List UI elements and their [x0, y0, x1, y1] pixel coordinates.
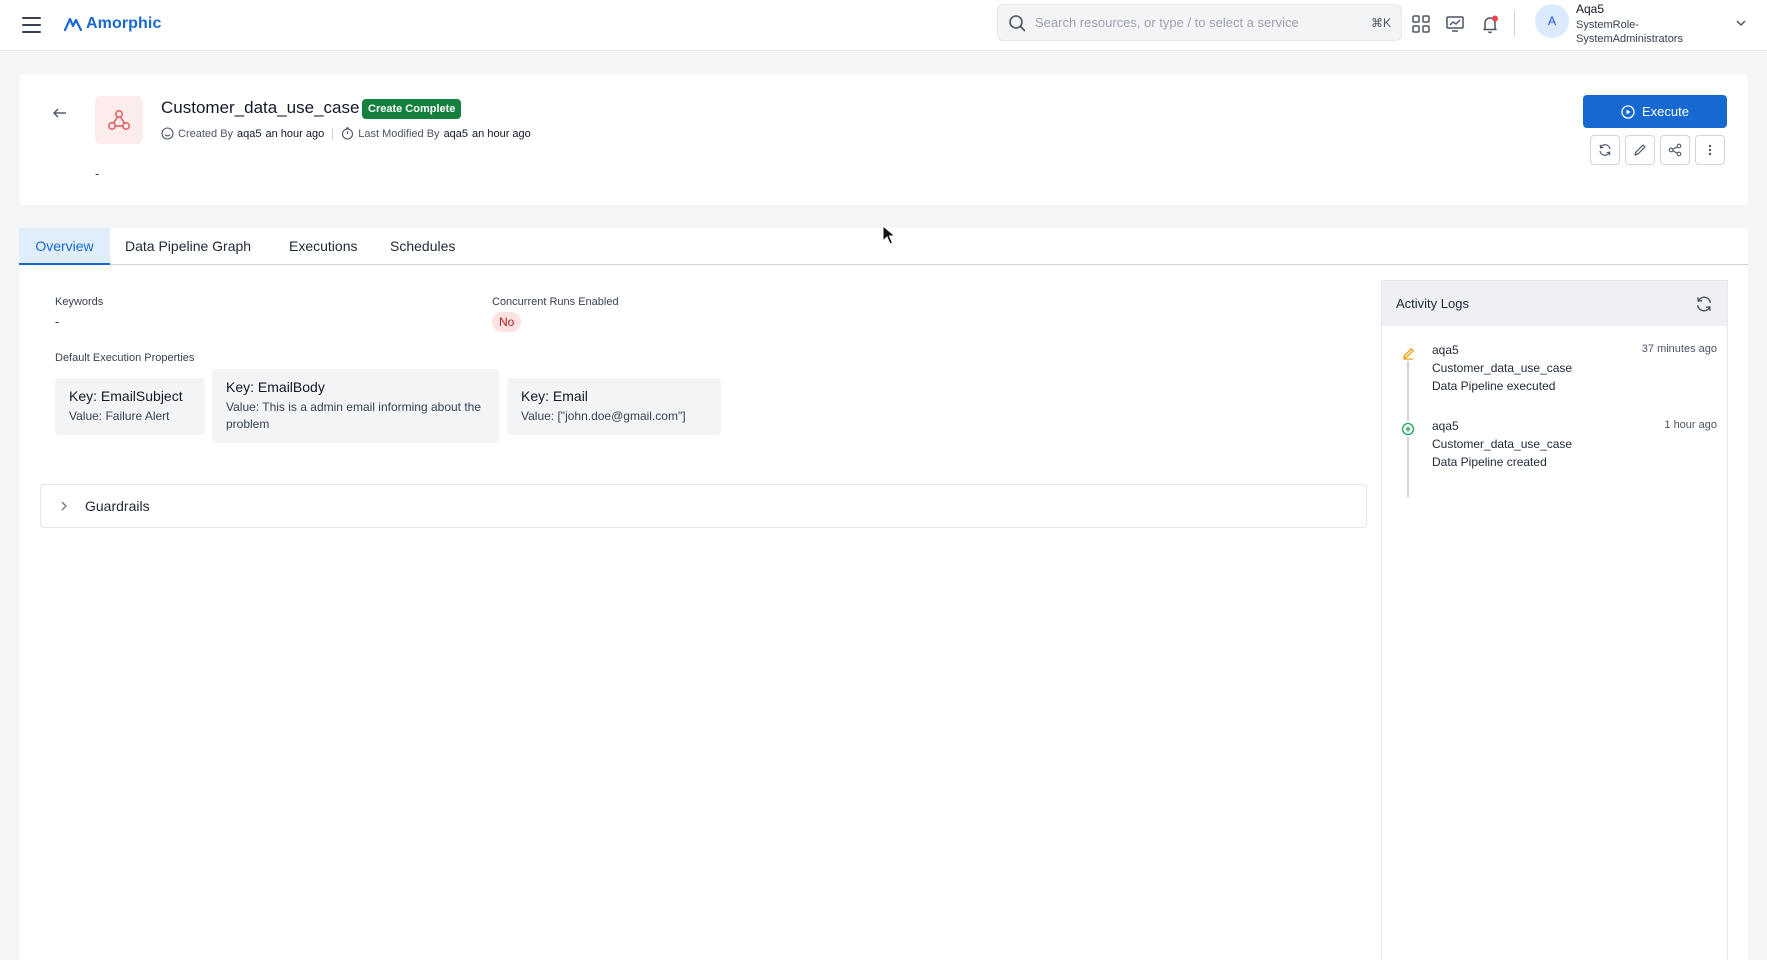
activity-logs-title: Activity Logs [1396, 296, 1469, 311]
log-resource: Customer_data_use_case [1432, 361, 1573, 375]
log-resource: Customer_data_use_case [1432, 437, 1573, 451]
search-input[interactable] [1035, 15, 1371, 30]
created-by-label: Created By [178, 127, 234, 140]
property-card: Key: EmailBody Value: This is a admin em… [212, 369, 499, 443]
status-badge: Create Complete [362, 99, 462, 119]
more-options-button[interactable] [1695, 135, 1725, 165]
created-by-user: aqa5 [237, 127, 262, 140]
hamburger-menu-icon[interactable] [22, 12, 48, 38]
log-action: Data Pipeline executed [1432, 379, 1556, 393]
apps-grid-icon[interactable] [1408, 11, 1434, 37]
property-key: Key: EmailSubject [69, 388, 183, 404]
data-pipeline-icon [95, 96, 143, 144]
concurrent-runs-label: Concurrent Runs Enabled [492, 296, 619, 308]
default-execution-properties-label: Default Execution Properties [55, 352, 195, 364]
topbar-divider [1514, 10, 1515, 37]
created-clock-icon [161, 127, 174, 140]
tab-executions[interactable]: Executions [289, 228, 357, 265]
log-user: aqa5 [1432, 419, 1459, 433]
property-card: Key: EmailSubject Value: Failure Alert [55, 378, 205, 435]
execute-label: Execute [1642, 104, 1689, 119]
pencil-icon [1634, 144, 1646, 156]
pencil-icon [1400, 345, 1416, 361]
plus-circle-icon [1400, 421, 1416, 437]
property-value: Value: This is a admin email informing a… [226, 400, 482, 431]
property-key: Key: EmailBody [226, 379, 325, 395]
user-role: SystemRole-SystemAdministrators [1576, 19, 1683, 45]
list-item: aqa5 Customer_data_use_case Data Pipelin… [1432, 341, 1572, 395]
share-icon [1668, 143, 1682, 157]
search-shortcut: ⌘K [1370, 15, 1391, 30]
mouse-cursor-icon [882, 224, 897, 250]
property-value: Value: Failure Alert [69, 409, 170, 423]
log-time: 1 hour ago [1664, 419, 1717, 431]
user-name: Aqa5 [1576, 2, 1605, 16]
timeline-line [1407, 437, 1409, 497]
modified-by-user: aqa5 [443, 127, 469, 140]
notification-bell-icon[interactable] [1477, 11, 1503, 37]
amorphic-logo-icon [64, 17, 82, 32]
page-title: Customer_data_use_case [161, 98, 360, 117]
created-time: an hour ago [265, 127, 325, 140]
monitor-chart-icon[interactable] [1442, 11, 1468, 37]
meta-divider [332, 127, 334, 140]
edit-button[interactable] [1625, 135, 1655, 165]
tab-overview[interactable]: Overview [19, 228, 110, 265]
guardrails-label: Guardrails [85, 498, 150, 514]
tab-data-pipeline-graph[interactable]: Data Pipeline Graph [125, 228, 251, 265]
global-search[interactable]: ⌘K [997, 4, 1402, 41]
top-bar: Amorphic ⌘K A Aqa5 SystemRole-SystemAdmi… [0, 0, 1767, 51]
property-card: Key: Email Value: ["john.doe@gmail.com"] [507, 378, 721, 435]
log-user: aqa5 [1432, 343, 1459, 357]
more-vertical-icon [1708, 144, 1712, 156]
chevron-down-icon[interactable] [1734, 16, 1748, 35]
log-action: Data Pipeline created [1432, 455, 1547, 469]
modified-by-label: Last Modified By [358, 127, 440, 140]
concurrent-runs-value: No [492, 312, 522, 332]
pipeline-meta: Created By aqa5 an hour ago Last Modifie… [161, 127, 531, 140]
chevron-right-icon [61, 501, 67, 511]
main-content-card: Overview Data Pipeline Graph Executions … [19, 228, 1748, 960]
play-circle-icon [1621, 104, 1635, 119]
keywords-label: Keywords [55, 296, 104, 308]
refresh-button[interactable] [1590, 135, 1620, 165]
search-icon [1009, 14, 1026, 31]
modified-timer-icon [342, 127, 354, 140]
activity-logs-panel: Activity Logs aqa5 Customer_data_use_cas… [1381, 280, 1728, 960]
refresh-icon[interactable] [1695, 295, 1713, 313]
back-arrow-icon[interactable] [49, 102, 71, 124]
pipeline-description: - [95, 166, 100, 181]
timeline-line [1407, 361, 1409, 421]
share-button[interactable] [1660, 135, 1690, 165]
activity-logs-header: Activity Logs [1382, 281, 1727, 326]
amorphic-logo[interactable]: Amorphic [64, 11, 161, 37]
execute-button[interactable]: Execute [1583, 95, 1727, 128]
app-name: Amorphic [86, 15, 162, 32]
property-key: Key: Email [521, 388, 588, 404]
modified-time: an hour ago [472, 127, 531, 140]
list-item: aqa5 Customer_data_use_case Data Pipelin… [1432, 417, 1572, 471]
guardrails-accordion[interactable]: Guardrails [40, 484, 1367, 528]
avatar[interactable]: A [1535, 4, 1569, 38]
pipeline-header-card: Customer_data_use_case Create Complete C… [19, 74, 1748, 205]
log-time: 37 minutes ago [1641, 343, 1717, 355]
property-value: Value: ["john.doe@gmail.com"] [521, 409, 686, 423]
tab-schedules[interactable]: Schedules [390, 228, 455, 265]
refresh-icon [1599, 144, 1611, 156]
keywords-value: - [55, 314, 60, 329]
